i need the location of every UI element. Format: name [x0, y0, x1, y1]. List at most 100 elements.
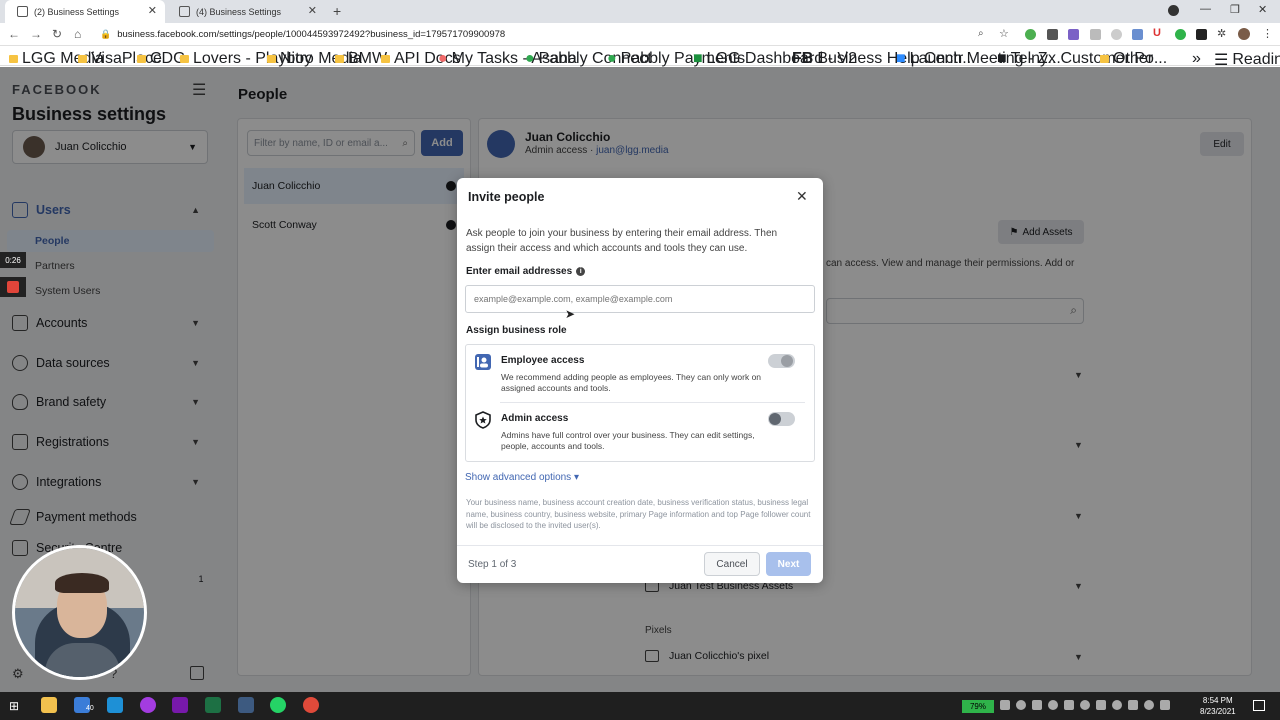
tray-icon[interactable] [1000, 700, 1010, 710]
bookmark-item[interactable]: CDG [137, 50, 186, 68]
folder-icon [1100, 55, 1109, 63]
profile-avatar[interactable] [1238, 28, 1250, 40]
stop-recording-button[interactable] [0, 277, 26, 297]
cancel-button[interactable]: Cancel [704, 552, 760, 576]
tab-close-icon[interactable]: ✕ [148, 4, 157, 17]
admin-access-toggle[interactable] [768, 412, 795, 426]
email-addresses-input[interactable] [465, 285, 815, 313]
mouse-cursor-icon: ➤ [565, 307, 576, 321]
folder-icon [267, 55, 276, 63]
asana-icon: ● [438, 50, 448, 67]
tab-business-settings-2[interactable]: (2) Business Settings ✕ [5, 0, 165, 23]
star-icon[interactable]: ☆ [999, 27, 1009, 40]
extension-icon[interactable] [1175, 29, 1186, 40]
employee-access-desc: We recommend adding people as employees.… [501, 372, 762, 393]
extension-icon[interactable] [1047, 29, 1058, 40]
bookmark-label: Other [1113, 50, 1154, 67]
tab-favicon [179, 6, 190, 17]
close-window-icon[interactable]: ✕ [1258, 3, 1267, 16]
new-tab-icon[interactable]: + [333, 3, 341, 19]
wifi-icon[interactable] [1144, 700, 1154, 710]
file-explorer-icon[interactable] [41, 697, 57, 713]
admin-access-desc: Admins have full control over your busin… [501, 430, 755, 451]
role-divider [500, 402, 805, 403]
battery-indicator: 79% [962, 700, 994, 713]
info-icon[interactable]: i [576, 267, 586, 276]
excel-icon[interactable] [205, 697, 221, 713]
tray-icon[interactable] [1096, 700, 1106, 710]
mail-badge: 40 [86, 705, 94, 712]
tray-icon[interactable] [1048, 700, 1058, 710]
system-tray[interactable] [1000, 700, 1190, 712]
folder-icon [381, 55, 390, 63]
webcam-overlay [12, 545, 147, 680]
stop-icon [7, 281, 19, 293]
browser-menu-icon[interactable]: ⋮ [1262, 27, 1273, 40]
bookmark-item[interactable]: Other [1100, 50, 1153, 68]
folder-icon [335, 55, 344, 63]
folder-icon [9, 55, 18, 63]
employee-access-toggle[interactable] [768, 354, 795, 368]
tray-icon[interactable] [1064, 700, 1074, 710]
url-bar[interactable]: 🔒 business.facebook.com/settings/people/… [100, 26, 1000, 43]
tab-favicon [17, 6, 28, 17]
show-advanced-options-link[interactable]: Show advanced options ▾ [465, 472, 579, 483]
employee-badge-icon [475, 354, 491, 370]
recording-timer: 0:26 [0, 252, 26, 268]
tray-icon[interactable] [1016, 700, 1026, 710]
tab-label: (2) Business Settings [34, 6, 120, 17]
role-label: Assign business role [466, 325, 567, 336]
minimize-icon[interactable]: — [1200, 3, 1211, 15]
bookmark-item[interactable]: BMW [335, 50, 387, 68]
tray-icon[interactable] [1032, 700, 1042, 710]
volume-icon[interactable] [1160, 700, 1170, 710]
pabbly-icon: ● [607, 50, 617, 67]
extension-icon[interactable] [1025, 29, 1036, 40]
chrome-icon[interactable] [303, 697, 319, 713]
profile-status-icon[interactable] [1168, 5, 1179, 16]
sheets-icon: ■ [693, 50, 703, 67]
fb-icon: FB [792, 50, 814, 67]
tray-icon[interactable] [1080, 700, 1090, 710]
calendar-icon[interactable] [107, 697, 123, 713]
disclosure-text: Your business name, business account cre… [466, 498, 811, 530]
notifications-icon[interactable] [1253, 700, 1265, 711]
extension-icon[interactable]: U [1153, 27, 1161, 39]
tray-icon[interactable] [1112, 700, 1122, 710]
clock-date: 8/23/2021 [1200, 707, 1236, 716]
pabbly-icon: ● [525, 50, 535, 67]
folder-icon [180, 55, 189, 63]
whatsapp-icon[interactable] [270, 697, 286, 713]
restore-icon[interactable]: ❐ [1230, 3, 1240, 16]
taskbar-clock[interactable]: 8:54 PM 8/23/2021 [1200, 695, 1236, 717]
tab-business-settings-4[interactable]: (4) Business Settings ✕ [167, 0, 325, 23]
tray-icon[interactable] [1128, 700, 1138, 710]
extensions-puzzle-icon[interactable]: ✲ [1217, 27, 1226, 40]
back-icon[interactable]: ← [8, 27, 20, 41]
forward-icon[interactable]: → [30, 27, 42, 41]
webcam-hair [55, 573, 109, 593]
tab-close-icon[interactable]: ✕ [308, 4, 317, 17]
app-icon[interactable] [238, 697, 254, 713]
next-button[interactable]: Next [766, 552, 811, 576]
telnyx-icon: ■ [997, 50, 1007, 67]
email-label: Enter email addresses i [466, 266, 586, 277]
extension-icon[interactable] [1196, 29, 1207, 40]
onenote-icon[interactable] [172, 697, 188, 713]
dialog-footer-divider [457, 545, 823, 546]
tab-label: (4) Business Settings [196, 6, 282, 17]
extension-icon[interactable] [1090, 29, 1101, 40]
employee-access-title: Employee access [501, 355, 585, 366]
extension-icon[interactable] [1111, 29, 1122, 40]
bookmarks-overflow-icon[interactable]: » [1192, 50, 1201, 68]
windows-start-icon[interactable]: ⊞ [9, 699, 19, 713]
step-indicator: Step 1 of 3 [468, 559, 517, 570]
close-icon[interactable]: ✕ [796, 188, 808, 205]
extension-icon[interactable] [1132, 29, 1143, 40]
home-icon[interactable]: ⌂ [74, 27, 81, 41]
messenger-icon[interactable] [140, 697, 156, 713]
dialog-title: Invite people [468, 190, 545, 204]
zoom-icon[interactable]: ⌕ [978, 28, 984, 39]
reload-icon[interactable]: ↻ [52, 27, 62, 41]
extension-icon[interactable] [1068, 29, 1079, 40]
